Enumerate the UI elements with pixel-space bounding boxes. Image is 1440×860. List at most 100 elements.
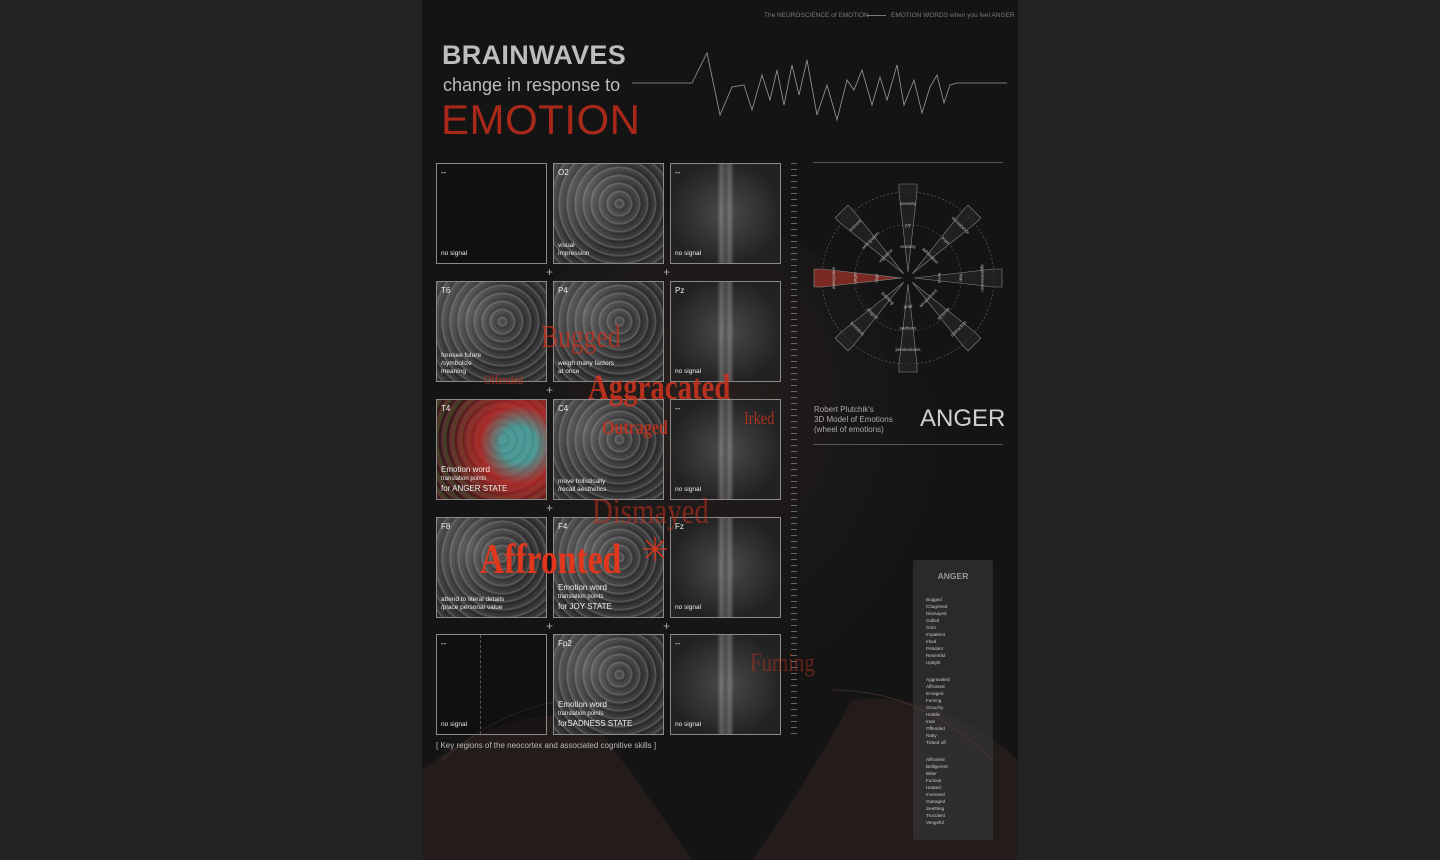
anger-word: Furious <box>926 778 942 783</box>
divider <box>813 444 1003 445</box>
grid-caption: [ Key regions of the neocortex and assoc… <box>436 741 657 750</box>
poster: The NEUROSCIENCE of EMOTION EMOTION WORD… <box>422 0 1018 860</box>
plutchik-caption: Robert Plutchik's 3D Model of Emotions (… <box>814 405 893 434</box>
cell-divider <box>480 635 481 734</box>
overlay-word-outraged: Outraged <box>602 417 668 439</box>
anger-word: Fuming <box>926 698 942 703</box>
overlay-word-affronted: Affronted <box>480 537 622 583</box>
cell-code: F4 <box>558 522 568 531</box>
wheel-petal-label: pensiveness <box>895 347 921 352</box>
crosshair-icon: + <box>663 265 671 279</box>
anger-word-list: Affronted Belligerent Bitter Furious Heated I… <box>926 756 948 826</box>
cell-label-state: for JOY STATE <box>558 601 612 611</box>
header-left: The NEUROSCIENCE of EMOTION <box>764 12 869 19</box>
anger-word: Ratty <box>926 733 937 738</box>
grid-cell-12: Fz no signal <box>670 517 781 618</box>
wheel-petal-label: serenity <box>900 201 917 206</box>
grid-cell-8: C4 move holistically /recall aesthetics <box>553 399 664 500</box>
anger-word: Truculent <box>926 813 945 818</box>
cell-label: attend to literal details /place persona… <box>441 595 505 611</box>
emotion-title: ANGER <box>920 405 1006 432</box>
anger-word: Outraged <box>926 799 946 804</box>
anger-word: Grim <box>926 625 936 630</box>
cell-label: no signal <box>441 720 468 728</box>
cell-label: Emotion word translation points forSADNESS… <box>558 700 632 729</box>
anger-word-panel: ANGER Bugged Chagrined Dismayed Galled Grim I… <box>913 560 993 840</box>
cell-label-state: for ANGER STATE <box>441 483 508 493</box>
wheel-petal: loathingdisgustboredom <box>834 282 904 352</box>
wheel-petal-label: fear <box>959 274 964 282</box>
title-emotion: EMOTION <box>441 96 641 143</box>
anger-word: Offended <box>926 726 945 731</box>
crosshair-icon: + <box>546 383 554 397</box>
cell-code: C4 <box>558 404 569 413</box>
anger-word: Impatient <box>926 632 945 637</box>
crosshair-icon: + <box>546 619 554 633</box>
header-right: EMOTION WORDS when you feel ANGER <box>891 12 1015 19</box>
cell-label: Emotion word translation points for ANGER … <box>441 465 507 494</box>
anger-word: Ticked off <box>926 740 946 745</box>
wheel-petal-label: joy <box>904 222 912 227</box>
sparkle-icon <box>643 537 667 561</box>
plutchik-wheel: ecstasy joy serenity admiration trust accepta… <box>813 162 1003 383</box>
cell-label: Emotion word translation points for JOY ST… <box>558 583 612 612</box>
anger-word: Bugged <box>926 597 942 602</box>
cell-code: -- <box>675 639 681 648</box>
cell-label: no signal <box>441 249 468 257</box>
anger-word: Galled <box>926 618 940 623</box>
grid-cell-3: -- no signal <box>670 163 781 264</box>
crosshair-icon: + <box>546 501 554 515</box>
anger-word: Irked <box>926 639 937 644</box>
grid-cell-1: -- no signal <box>436 163 547 264</box>
anger-word: Bitter <box>926 771 937 776</box>
cell-label-title: Emotion word <box>558 700 607 710</box>
cell-code: T4 <box>441 404 451 413</box>
grid-cell-2: O2 visual impression <box>553 163 664 264</box>
wheel-petal-label: terror <box>937 273 942 284</box>
wheel-petal-label: rage <box>874 273 879 283</box>
cell-code: Pz <box>675 286 685 295</box>
overlay-word-offended: Offended <box>484 372 524 387</box>
anger-word: Irate <box>926 719 936 724</box>
anger-word: Seething <box>926 806 945 811</box>
wheel-petal-label: sadness <box>900 326 918 331</box>
cell-code: -- <box>441 639 447 648</box>
anger-word: Affronted <box>926 757 945 762</box>
anger-word: Heated <box>926 785 941 790</box>
anger-word: Petulant <box>926 646 943 651</box>
anger-word: Uptight <box>926 660 941 665</box>
cell-label-sub: translation points <box>558 711 604 718</box>
anger-word: Dismayed <box>926 611 947 616</box>
grid-cell-7: T4 Emotion word translation points for ANG… <box>436 399 547 500</box>
cell-code: F8 <box>441 522 451 531</box>
anger-word: Affronted <box>926 684 945 689</box>
title-brainwaves: BRAINWAVES <box>442 40 627 70</box>
anger-word-list: Bugged Chagrined Dismayed Galled Grim Impatie… <box>926 596 947 666</box>
anger-word: Aggravated <box>926 677 950 682</box>
wheel-petal: admirationtrustacceptance <box>912 204 982 274</box>
cell-code: Fp2 <box>558 639 572 648</box>
wheel-petal-label: grief <box>904 304 914 309</box>
cell-code: O2 <box>558 168 569 177</box>
anger-word: Hostile <box>926 712 941 717</box>
wheel-petal: rage anger annoyance <box>813 266 903 289</box>
wheel-graphic: ecstasy joy serenityadmirationtrustaccepta… <box>813 183 1003 373</box>
cell-code: T6 <box>441 286 451 295</box>
overlay-word-bugged: Bugged <box>541 318 621 354</box>
grid-cell-13: -- no signal <box>436 634 547 735</box>
anger-word: Belligerent <box>926 764 948 769</box>
overlay-word-aggracated: Aggracated <box>588 367 731 407</box>
crosshair-icon: + <box>546 265 554 279</box>
cell-label: no signal <box>675 720 702 728</box>
grid-cell-4: T6 foresee future /symbolize meaning <box>436 281 547 382</box>
cell-label-title: Emotion word <box>441 465 490 475</box>
anger-word: Enraged <box>926 691 944 696</box>
anger-word: Incensed <box>926 792 945 797</box>
wheel-petal: vigilanceanticipationinterest <box>834 204 904 274</box>
anger-word: Resentful <box>926 653 946 658</box>
wheel-petal: amazementsurprisedistraction <box>912 282 982 352</box>
cell-label: no signal <box>675 603 702 611</box>
wheel-petal-label: anger <box>852 272 857 284</box>
crosshair-icon: + <box>663 619 671 633</box>
cell-code: -- <box>441 168 447 177</box>
